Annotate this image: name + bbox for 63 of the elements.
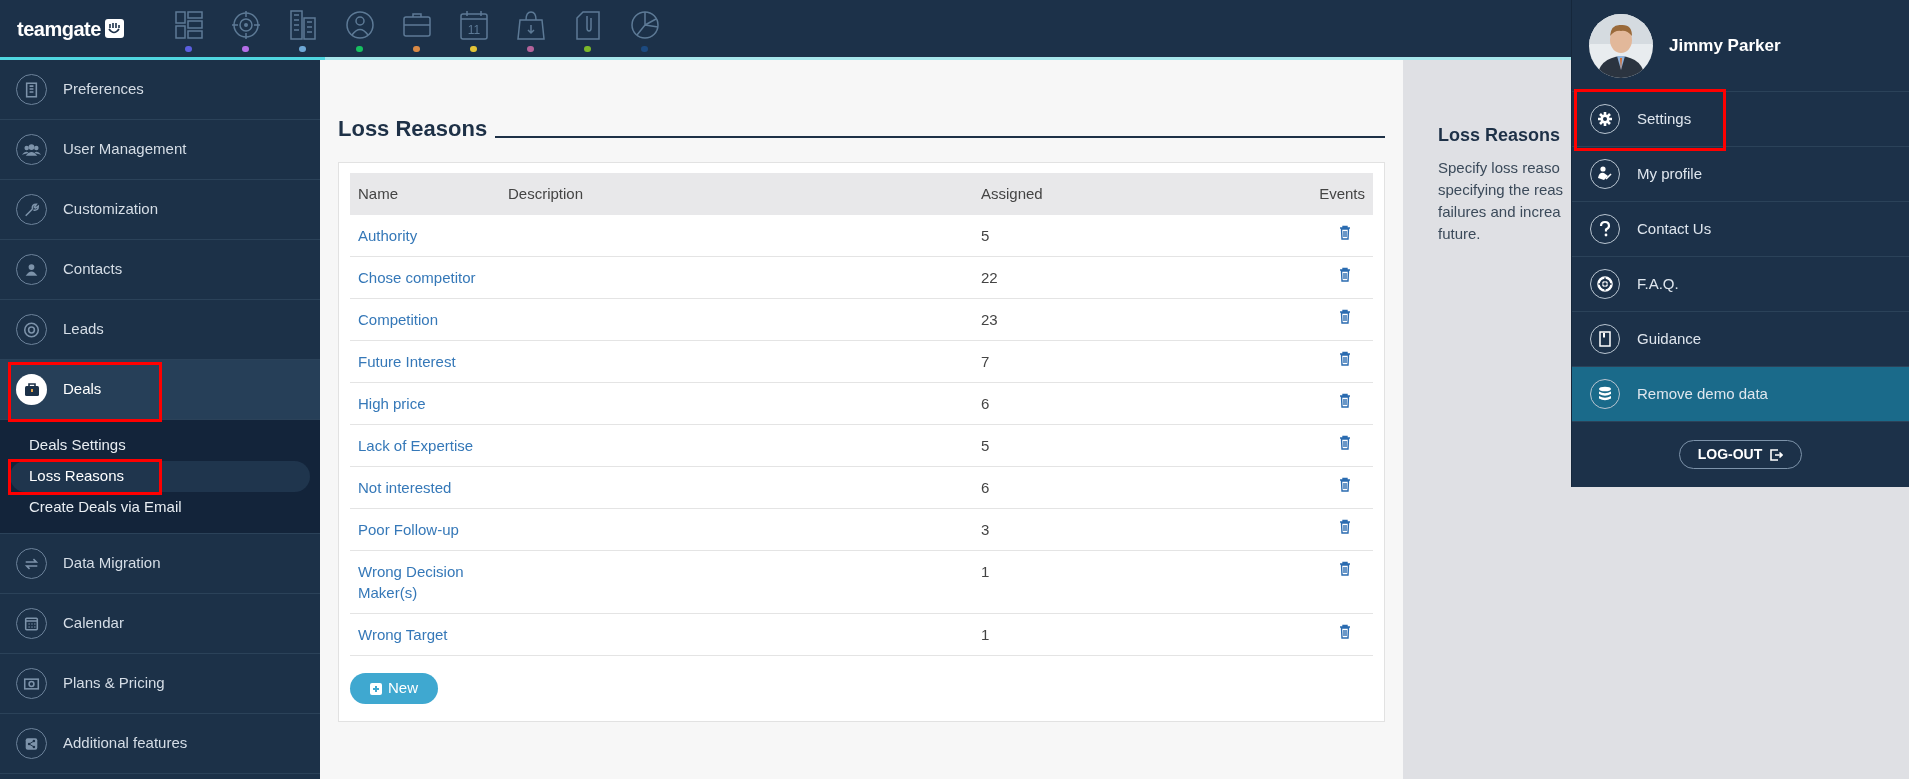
submenu-item[interactable]: Loss Reasons xyxy=(10,461,310,492)
description-text: future. xyxy=(1438,224,1482,244)
menu-item[interactable]: Contact Us xyxy=(1572,202,1909,257)
user-name: Jimmy Parker xyxy=(1669,34,1781,57)
trash-icon[interactable] xyxy=(1339,309,1351,324)
reason-link[interactable]: Future Interest xyxy=(350,340,500,383)
reason-link[interactable]: Authority xyxy=(350,215,500,257)
info-title: Loss Reasons xyxy=(1438,124,1562,147)
sidebar-item[interactable]: Contacts xyxy=(0,240,320,300)
trash-icon[interactable] xyxy=(1339,435,1351,450)
sidebar-item[interactable]: Preferences xyxy=(0,60,320,120)
reason-link[interactable]: Competition xyxy=(350,298,500,341)
trash-icon[interactable] xyxy=(1339,267,1351,282)
table-cell: 23 xyxy=(973,298,1273,341)
column-header: Assigned xyxy=(973,173,1273,215)
logout-icon xyxy=(1770,448,1784,461)
plus-icon xyxy=(370,682,382,695)
menu-item[interactable]: F.A.Q. xyxy=(1572,257,1909,312)
sidebar-item[interactable]: Plans & Pricing xyxy=(0,654,320,714)
trash-icon[interactable] xyxy=(1339,225,1351,240)
trash-icon[interactable] xyxy=(1339,477,1351,492)
logo-text: teamgate xyxy=(17,16,101,42)
trash-icon[interactable] xyxy=(1339,519,1351,534)
table-cell: 5 xyxy=(973,215,1273,257)
sidebar-item[interactable]: Data Migration xyxy=(0,534,320,594)
table-cell: 6 xyxy=(973,466,1273,509)
table-cell: 7 xyxy=(973,340,1273,383)
description-text: failures and increa xyxy=(1438,202,1562,222)
submenu-item[interactable]: Create Deals via Email xyxy=(10,492,310,523)
column-header: Name xyxy=(350,173,500,215)
reason-link[interactable]: Poor Follow-up xyxy=(350,508,500,551)
table-cell: 6 xyxy=(973,382,1273,425)
trash-icon[interactable] xyxy=(1339,351,1351,366)
trash-icon[interactable] xyxy=(1339,393,1351,408)
table-cell: 22 xyxy=(973,256,1273,299)
sidebar-item[interactable]: Additional features xyxy=(0,714,320,774)
reason-link[interactable]: High price xyxy=(350,382,500,425)
reason-link[interactable]: Wrong Target xyxy=(350,613,500,656)
sidebar-item[interactable]: Customization xyxy=(0,180,320,240)
table-cell: 1 xyxy=(973,613,1273,656)
reason-link[interactable]: Lack of Expertise xyxy=(350,424,500,467)
reason-link[interactable]: Chose competitor xyxy=(350,256,500,299)
reason-link[interactable]: Not interested xyxy=(350,466,500,509)
menu-item[interactable]: Settings xyxy=(1572,92,1909,147)
description-text: Specify loss reaso xyxy=(1438,158,1561,178)
table-cell: 3 xyxy=(973,508,1273,551)
logo-icon xyxy=(104,19,124,38)
sidebar-item[interactable]: Deals xyxy=(0,360,320,420)
sidebar-item[interactable]: User Management xyxy=(0,120,320,180)
page-title: Loss Reasons xyxy=(338,118,488,140)
lifebuoy-icon xyxy=(1594,273,1616,295)
submenu-item[interactable]: Deals Settings xyxy=(10,430,310,461)
reason-link[interactable]: Wrong Decision Maker(s) xyxy=(350,550,500,614)
table-cell: 1 xyxy=(973,550,1273,614)
sidebar-item[interactable]: Calendar xyxy=(0,594,320,654)
column-header: Description xyxy=(500,173,973,215)
column-header: Events xyxy=(1273,173,1373,215)
table-cell: 5 xyxy=(973,424,1273,467)
description-text: specifying the reas xyxy=(1438,180,1565,200)
trash-icon[interactable] xyxy=(1339,624,1351,639)
menu-item[interactable]: My profile xyxy=(1572,147,1909,202)
trash-icon[interactable] xyxy=(1339,561,1351,576)
menu-item[interactable]: Remove demo data xyxy=(1572,367,1909,422)
